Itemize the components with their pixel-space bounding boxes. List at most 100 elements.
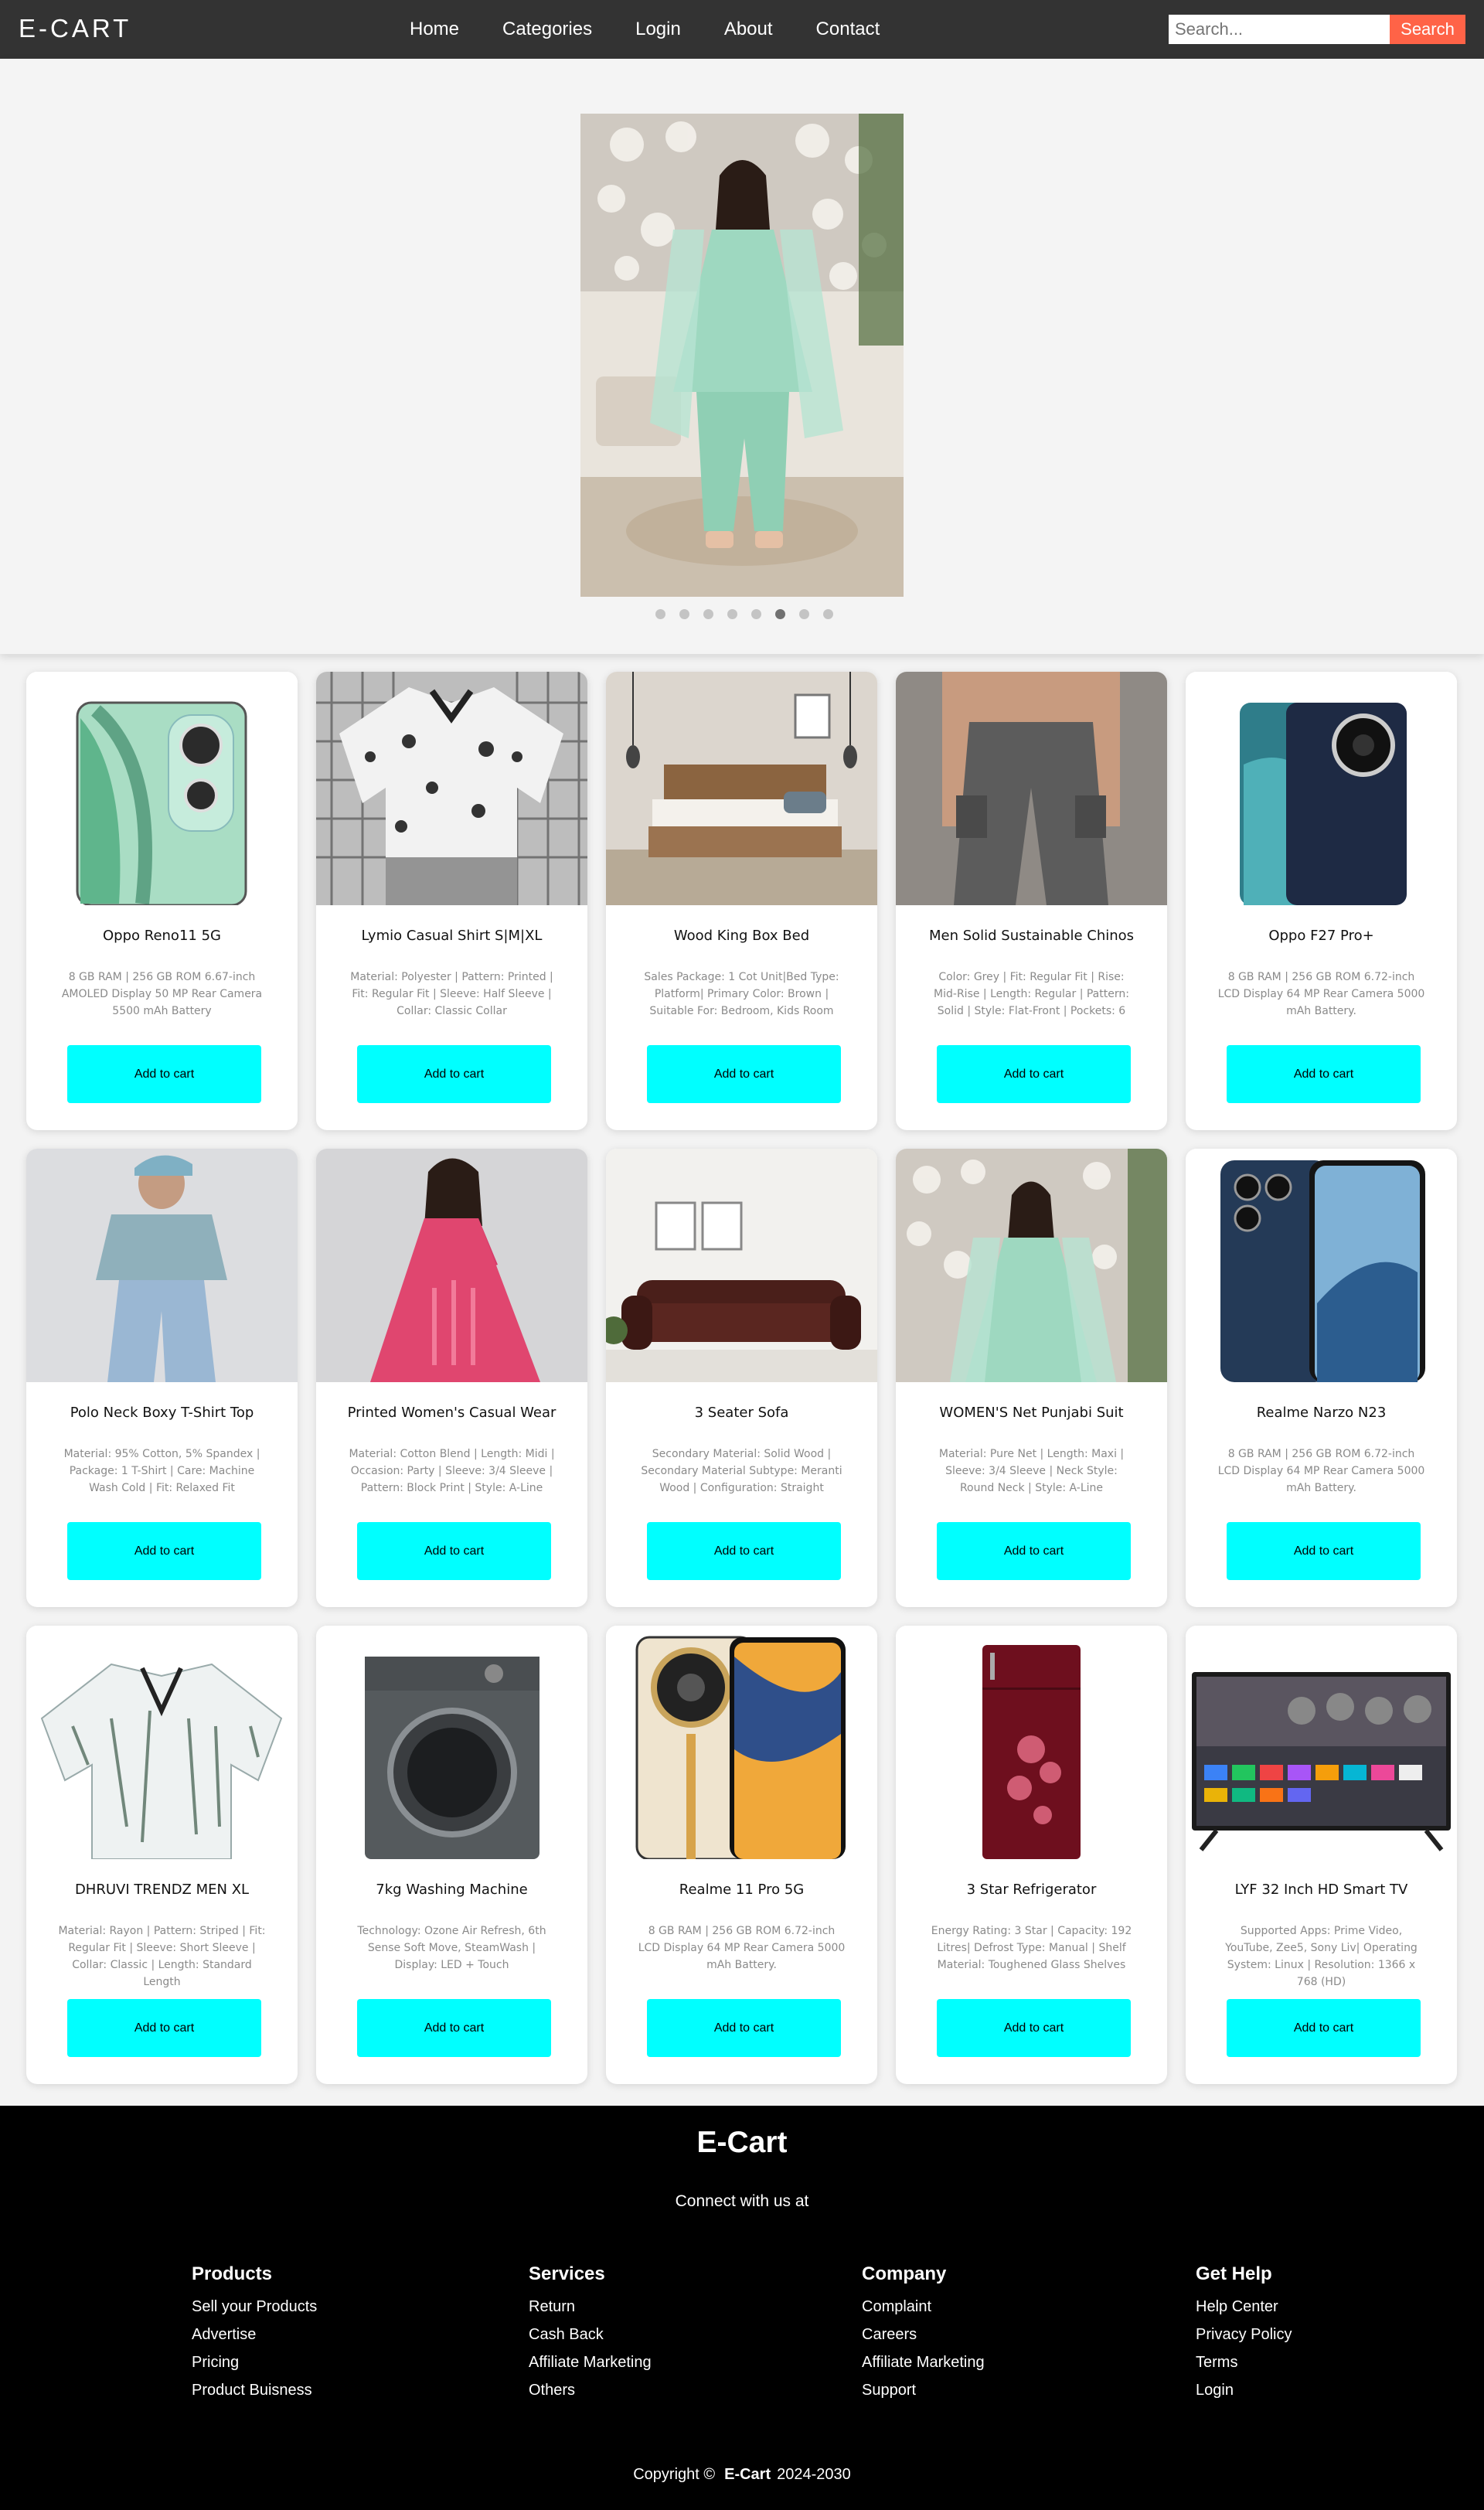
- nav-link-contact[interactable]: Contact: [816, 19, 880, 40]
- add-to-cart-button[interactable]: Add to cart: [67, 1999, 261, 2057]
- carousel-dot[interactable]: [823, 609, 833, 619]
- hero-carousel: [0, 59, 1484, 654]
- add-to-cart-button[interactable]: Add to cart: [1227, 1999, 1421, 2057]
- product-title: Printed Women's Casual Wear: [347, 1405, 556, 1421]
- product-image[interactable]: [1186, 672, 1457, 905]
- product-title: Lymio Casual Shirt S|M|XL: [361, 928, 543, 944]
- product-image[interactable]: [1186, 1149, 1457, 1382]
- carousel-dot[interactable]: [727, 609, 737, 619]
- nav-link-categories[interactable]: Categories: [502, 19, 592, 40]
- add-to-cart-button[interactable]: Add to cart: [67, 1045, 261, 1103]
- footer-link[interactable]: Login: [1196, 2376, 1292, 2404]
- footer-link[interactable]: Affiliate Marketing: [862, 2348, 985, 2376]
- add-to-cart-button[interactable]: Add to cart: [1227, 1522, 1421, 1580]
- product-card: DHRUVI TRENDZ MEN XL Material: Rayon | P…: [26, 1626, 298, 2084]
- nav-link-about[interactable]: About: [724, 19, 773, 40]
- footer-heading: Services: [529, 2263, 605, 2284]
- product-title: Oppo Reno11 5G: [103, 928, 221, 944]
- add-to-cart-button[interactable]: Add to cart: [67, 1522, 261, 1580]
- product-description: Material: Polyester | Pattern: Printed |…: [350, 971, 553, 1017]
- product-image[interactable]: [26, 672, 298, 905]
- product-image[interactable]: [896, 1626, 1167, 1859]
- product-title: Wood King Box Bed: [673, 928, 810, 944]
- footer-link[interactable]: Others: [529, 2376, 652, 2404]
- product-title: WOMEN'S Net Punjabi Suit: [939, 1405, 1124, 1421]
- footer-link[interactable]: Careers: [862, 2321, 985, 2348]
- footer-link[interactable]: Affiliate Marketing: [529, 2348, 652, 2376]
- product-title: LYF 32 Inch HD Smart TV: [1234, 1882, 1408, 1898]
- hero-slide-image[interactable]: [580, 114, 904, 597]
- product-description: Color: Grey | Fit: Regular Fit | Rise: M…: [934, 971, 1129, 1017]
- footer-heading: Company: [862, 2263, 947, 2284]
- nav-link-login[interactable]: Login: [635, 19, 681, 40]
- product-image[interactable]: [606, 1149, 877, 1382]
- product-grid: Oppo Reno11 5G 8 GB RAM | 256 GB ROM 6.6…: [26, 672, 1458, 2084]
- product-image[interactable]: [26, 1149, 298, 1382]
- product-description: Material: 95% Cotton, 5% Spandex | Packa…: [63, 1448, 260, 1494]
- carousel-dots: [655, 609, 847, 619]
- search-input[interactable]: [1169, 15, 1390, 44]
- copyright-prefix: Copyright ©: [633, 2466, 716, 2483]
- add-to-cart-button[interactable]: Add to cart: [937, 1522, 1131, 1580]
- product-title: Oppo F27 Pro+: [1268, 928, 1374, 944]
- carousel-dot[interactable]: [655, 609, 665, 619]
- product-title: DHRUVI TRENDZ MEN XL: [74, 1882, 250, 1898]
- footer-heading: Get Help: [1196, 2263, 1272, 2284]
- product-title: Polo Neck Boxy T-Shirt Top: [70, 1405, 254, 1421]
- product-card: Wood King Box Bed Sales Package: 1 Cot U…: [606, 672, 877, 1130]
- product-image[interactable]: [606, 1626, 877, 1859]
- footer-link[interactable]: Product Buisness: [192, 2376, 317, 2404]
- footer-heading: Products: [192, 2263, 273, 2284]
- product-image[interactable]: [26, 1626, 298, 1859]
- copyright-years: 2024-2030: [777, 2466, 851, 2483]
- footer-link[interactable]: Terms: [1196, 2348, 1292, 2376]
- footer-link[interactable]: Pricing: [192, 2348, 317, 2376]
- product-title: Realme 11 Pro 5G: [679, 1882, 805, 1898]
- search-button[interactable]: Search: [1390, 15, 1465, 44]
- add-to-cart-button[interactable]: Add to cart: [1227, 1045, 1421, 1103]
- product-card: WOMEN'S Net Punjabi Suit Material: Pure …: [896, 1149, 1167, 1607]
- product-image[interactable]: [316, 672, 587, 905]
- carousel-dot[interactable]: [751, 609, 761, 619]
- footer-link[interactable]: Complaint: [862, 2293, 985, 2321]
- add-to-cart-button[interactable]: Add to cart: [647, 1522, 841, 1580]
- product-image[interactable]: [316, 1626, 587, 1859]
- footer-link[interactable]: Advertise: [192, 2321, 317, 2348]
- footer-link[interactable]: Support: [862, 2376, 985, 2404]
- product-image[interactable]: [316, 1149, 587, 1382]
- footer-link[interactable]: Help Center: [1196, 2293, 1292, 2321]
- footer: E-Cart Connect with us at Products Sell …: [0, 2106, 1484, 2510]
- add-to-cart-button[interactable]: Add to cart: [647, 1045, 841, 1103]
- add-to-cart-button[interactable]: Add to cart: [357, 1999, 551, 2057]
- carousel-dot[interactable]: [679, 609, 689, 619]
- carousel-dot[interactable]: [703, 609, 713, 619]
- carousel-dot[interactable]: [799, 609, 809, 619]
- product-image[interactable]: [896, 1149, 1167, 1382]
- copyright: Copyright © E-Cart 2024-2030: [0, 2466, 1484, 2484]
- add-to-cart-button[interactable]: Add to cart: [647, 1999, 841, 2057]
- footer-column-services: Services Return Cash Back Affiliate Mark…: [529, 2263, 652, 2404]
- nav-link-home[interactable]: Home: [410, 19, 459, 40]
- footer-brand: E-Cart: [696, 2126, 788, 2159]
- footer-link[interactable]: Sell your Products: [192, 2293, 317, 2321]
- product-card: 7kg Washing Machine Technology: Ozone Ai…: [316, 1626, 587, 2084]
- footer-link[interactable]: Cash Back: [529, 2321, 652, 2348]
- footer-link[interactable]: Privacy Policy: [1196, 2321, 1292, 2348]
- product-image[interactable]: [896, 672, 1167, 905]
- add-to-cart-button[interactable]: Add to cart: [357, 1522, 551, 1580]
- product-card: Oppo Reno11 5G 8 GB RAM | 256 GB ROM 6.6…: [26, 672, 298, 1130]
- add-to-cart-button[interactable]: Add to cart: [937, 1999, 1131, 2057]
- product-card: Lymio Casual Shirt S|M|XL Material: Poly…: [316, 672, 587, 1130]
- product-title: 7kg Washing Machine: [376, 1882, 528, 1898]
- product-image[interactable]: [606, 672, 877, 905]
- product-image[interactable]: [1186, 1626, 1457, 1859]
- footer-link[interactable]: Return: [529, 2293, 652, 2321]
- product-card: Printed Women's Casual Wear Material: Co…: [316, 1149, 587, 1607]
- product-card: Realme Narzo N23 8 GB RAM | 256 GB ROM 6…: [1186, 1149, 1457, 1607]
- brand-logo[interactable]: E-CART: [19, 14, 131, 43]
- add-to-cart-button[interactable]: Add to cart: [937, 1045, 1131, 1103]
- carousel-dot-active[interactable]: [775, 609, 785, 619]
- add-to-cart-button[interactable]: Add to cart: [357, 1045, 551, 1103]
- product-description: 8 GB RAM | 256 GB ROM 6.67-inch AMOLED D…: [61, 971, 263, 1017]
- product-card: Realme 11 Pro 5G 8 GB RAM | 256 GB ROM 6…: [606, 1626, 877, 2084]
